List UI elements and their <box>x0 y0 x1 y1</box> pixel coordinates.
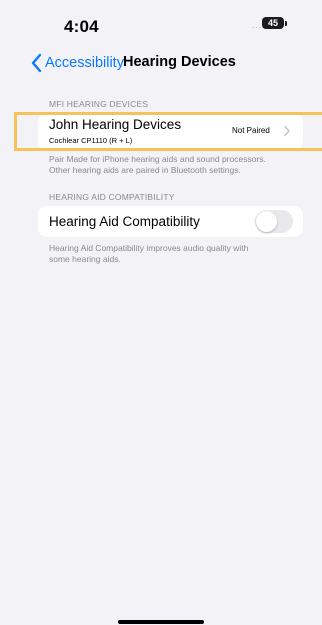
chevron-left-icon <box>31 53 42 73</box>
hearing-device-row[interactable]: John Hearing Devices Cochlear CP1110 (R … <box>38 113 303 150</box>
back-button-label: Accessibility <box>45 55 124 71</box>
status-bar: 4:04 .... 45 <box>0 0 322 44</box>
hearing-aid-compat-row: Hearing Aid Compatibility <box>38 206 303 237</box>
device-pair-status: Not Paired <box>232 126 270 135</box>
battery-cap <box>285 21 287 26</box>
compat-section-footer: Hearing Aid Compatibility improves audio… <box>49 243 299 265</box>
toggle-knob <box>256 211 277 232</box>
mfi-footer-line-1: Pair Made for iPhone hearing aids and so… <box>49 154 266 164</box>
device-name: John Hearing Devices <box>49 117 182 132</box>
compat-footer-line-2: some hearing aids. <box>49 254 121 264</box>
mfi-section-header: MFI HEARING DEVICES <box>49 99 149 109</box>
hearing-aid-compat-label: Hearing Aid Compatibility <box>49 214 200 229</box>
back-button[interactable]: Accessibility <box>30 52 124 74</box>
navigation-bar: Accessibility Hearing Devices <box>0 44 322 84</box>
device-model: Cochlear CP1110 (R + L) <box>49 136 133 145</box>
chevron-right-icon <box>284 125 290 137</box>
mfi-section-footer: Pair Made for iPhone hearing aids and so… <box>49 154 299 176</box>
battery-icon: 45 <box>262 17 284 29</box>
compat-footer-line-1: Hearing Aid Compatibility improves audio… <box>49 243 249 253</box>
compat-section-header: HEARING AID COMPATIBILITY <box>49 192 175 202</box>
hearing-aid-compat-toggle[interactable] <box>255 210 293 233</box>
status-time: 4:04 <box>64 17 99 36</box>
phone-screen: 4:04 .... 45 Accessibility Hearing Devic… <box>0 0 322 625</box>
page-title: Hearing Devices <box>123 54 236 70</box>
mfi-footer-line-2: Other hearing aids are paired in Bluetoo… <box>49 165 241 175</box>
home-indicator[interactable] <box>118 620 204 624</box>
